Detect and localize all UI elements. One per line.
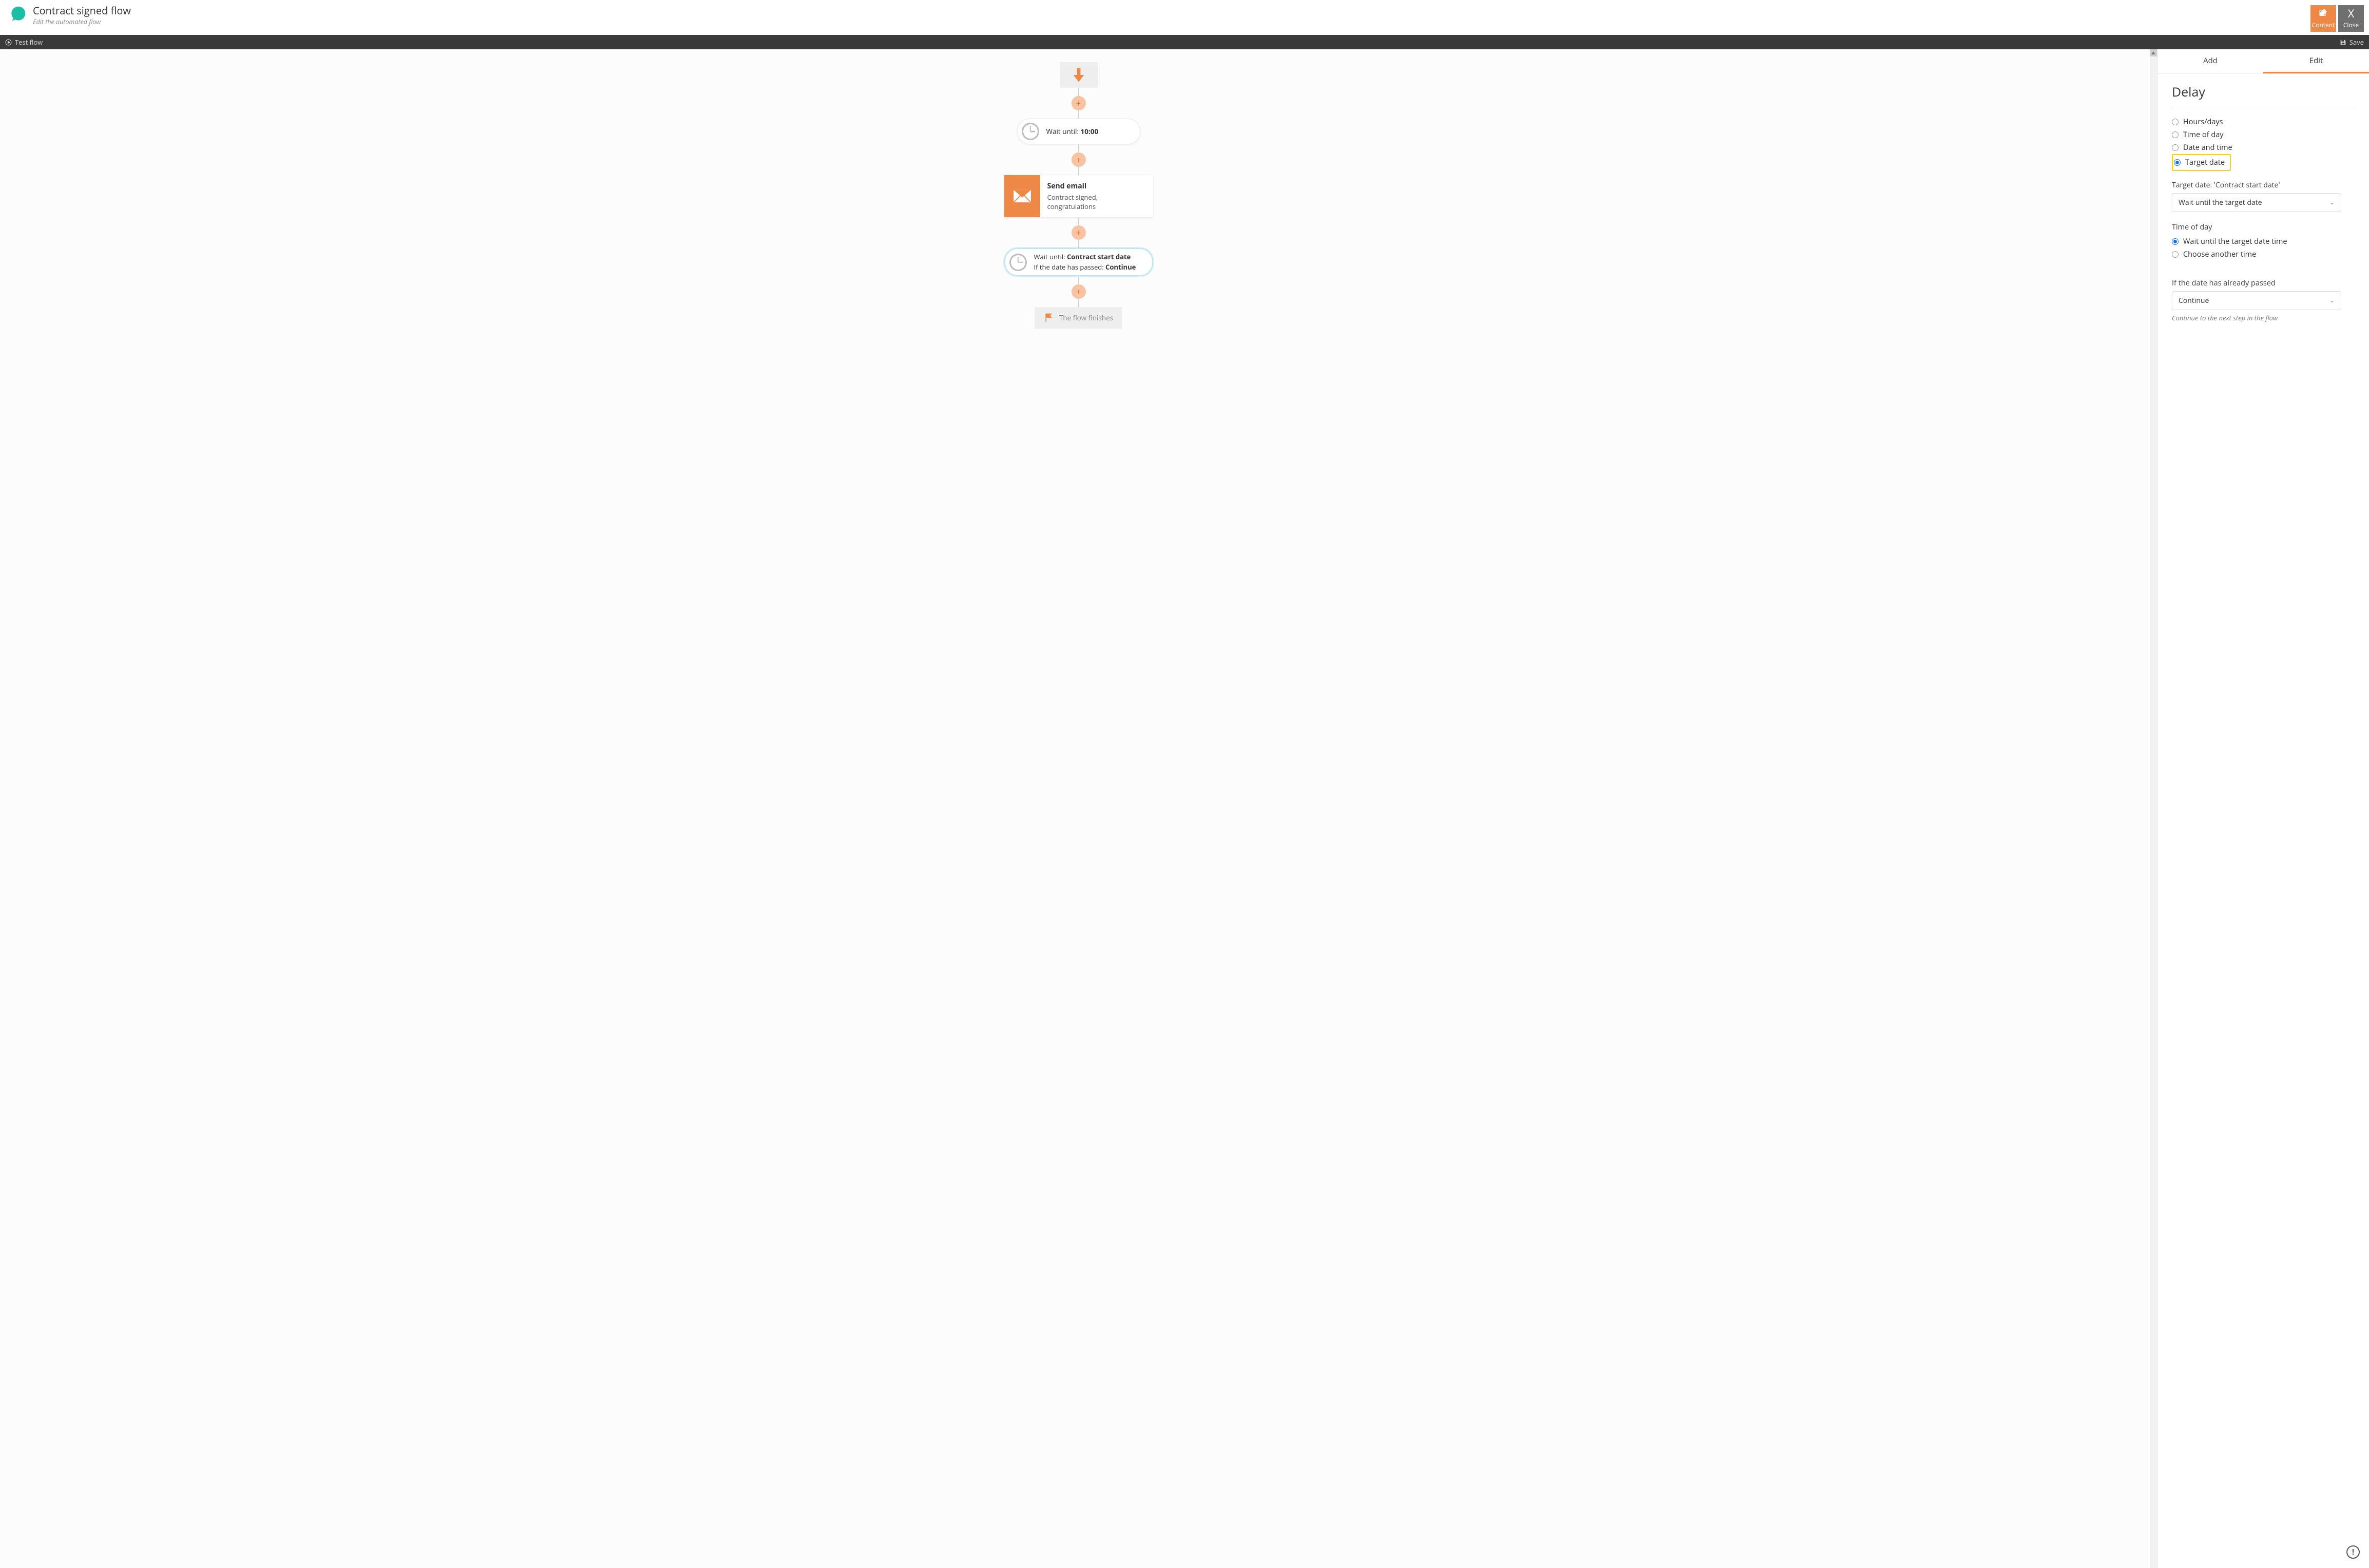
close-icon: X [2348,8,2355,19]
panel-tabs: Add Edit [2157,49,2369,74]
flow-end-label: The flow finishes [1059,313,1113,322]
content-button-label: Content [2312,21,2335,29]
app-header: Contract signed flow Edit the automated … [0,0,2369,35]
highlight-box: Target date [2172,154,2231,171]
flow-node-delay-target[interactable]: Wait until: Contract start date If the d… [1004,248,1153,276]
clock-icon [1022,123,1039,140]
close-button-label: Close [2343,21,2359,29]
content-button[interactable]: Content [2310,5,2336,32]
flow-start[interactable] [1060,62,1098,88]
chevron-down-icon: ⌄ [2330,297,2335,304]
radio-target-date[interactable]: Target date [2174,156,2225,169]
add-step-button[interactable]: + [1072,96,1086,110]
radio-icon [2172,144,2179,151]
radio-wait-target-time[interactable]: Wait until the target date time [2172,235,2355,248]
close-button[interactable]: X Close [2338,5,2364,32]
arrow-down-icon [1072,67,1086,83]
side-panel: Add Edit Delay Hours/days Time of day Da… [2157,49,2369,1568]
select-value: Continue [2179,296,2209,305]
radio-icon [2172,131,2179,138]
flow-end: The flow finishes [1035,307,1122,329]
logo-icon [8,5,27,24]
select-value: Wait until the target date [2179,198,2262,207]
flow-node-text: Wait until: 10:00 [1046,127,1099,136]
mail-icon [1004,175,1040,217]
add-step-button[interactable]: + [1072,152,1086,167]
radio-label: Wait until the target date time [2183,237,2287,246]
add-step-button[interactable]: + [1072,225,1086,240]
alert-icon[interactable]: ! [2346,1545,2360,1559]
email-node-title: Send email [1047,181,1146,191]
date-passed-label: If the date has already passed [2172,278,2355,288]
flag-icon [1044,313,1054,323]
test-flow-label: Test flow [15,37,43,47]
chevron-down-icon: ⌄ [2330,199,2335,206]
add-step-button[interactable]: + [1072,284,1086,299]
save-label: Save [2349,37,2364,47]
target-date-label: Target date: 'Contract start date' [2172,180,2355,190]
flow-node-email[interactable]: Send email Contract signed, congratulati… [1004,175,1153,217]
flow-node-text: Wait until: Contract start date If the d… [1034,252,1136,272]
time-of-day-label: Time of day [2172,222,2355,232]
save-icon [2340,39,2346,46]
scrollbar[interactable] [2150,49,2157,1568]
radio-date-and-time[interactable]: Date and time [2172,141,2355,154]
radio-icon [2174,159,2181,166]
radio-icon [2172,238,2179,245]
panel-title: Delay [2172,83,2355,101]
tab-edit[interactable]: Edit [2263,49,2369,73]
target-date-select[interactable]: Wait until the target date ⌄ [2172,193,2341,212]
flow-canvas[interactable]: + Wait until: 10:00 + Send email Contrac… [0,49,2157,1568]
tab-add[interactable]: Add [2157,49,2263,73]
radio-label: Choose another time [2183,250,2256,259]
radio-choose-time[interactable]: Choose another time [2172,248,2355,261]
toolbar: Test flow Save [0,35,2369,49]
page-title: Contract signed flow [33,5,131,16]
radio-label: Target date [2185,158,2225,167]
radio-time-of-day[interactable]: Time of day [2172,128,2355,141]
radio-icon [2172,119,2179,125]
play-icon [5,39,12,46]
radio-hours-days[interactable]: Hours/days [2172,116,2355,128]
radio-label: Time of day [2183,130,2224,140]
date-passed-select[interactable]: Continue ⌄ [2172,291,2341,310]
page-subtitle: Edit the automated flow [33,17,131,26]
test-flow-button[interactable]: Test flow [5,37,43,47]
email-node-subtitle: Contract signed, congratulations [1047,193,1146,211]
edit-icon [2319,8,2328,19]
radio-icon [2172,251,2179,258]
radio-label: Hours/days [2183,117,2223,127]
flow-node-delay-time[interactable]: Wait until: 10:00 [1017,119,1140,144]
save-button[interactable]: Save [2340,37,2364,47]
date-passed-help: Continue to the next step in the flow [2172,313,2355,322]
radio-label: Date and time [2183,143,2232,152]
clock-icon [1009,254,1027,271]
